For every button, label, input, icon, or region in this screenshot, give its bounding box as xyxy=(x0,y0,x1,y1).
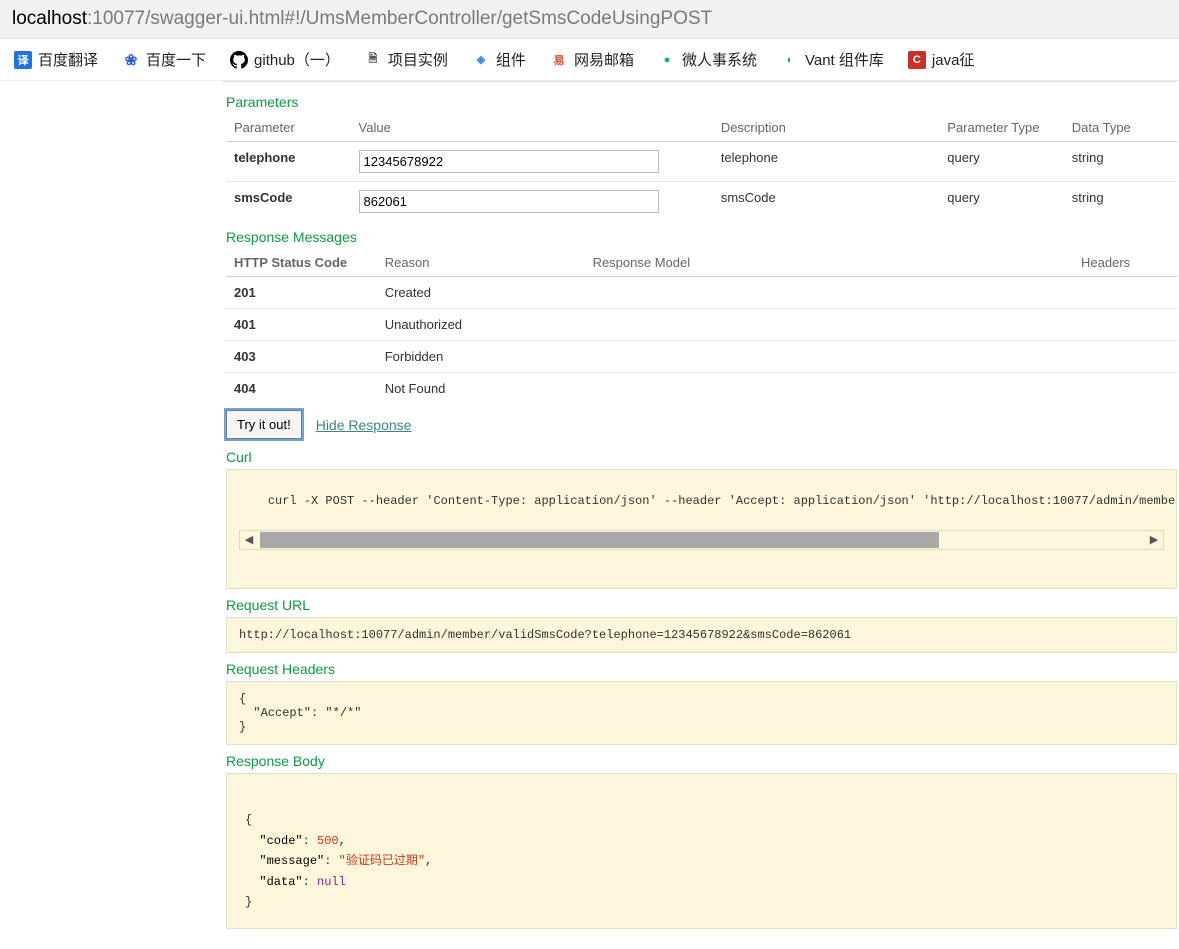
th-reason: Reason xyxy=(377,249,585,277)
curl-command: curl -X POST --header 'Content-Type: app… xyxy=(268,494,1177,508)
param-desc: telephone xyxy=(713,142,939,182)
document-icon: 🗎 xyxy=(364,51,382,69)
th-value: Value xyxy=(351,114,713,142)
try-it-out-button[interactable]: Try it out! xyxy=(226,410,302,439)
scroll-thumb[interactable] xyxy=(260,532,939,548)
curl-scrollbar[interactable]: ◀ ▶ xyxy=(239,530,1164,550)
url-path: :10077/swagger-ui.html#!/UmsMemberContro… xyxy=(87,8,712,29)
bookmark-translate[interactable]: 译 百度翻译 xyxy=(14,49,98,70)
param-name: telephone xyxy=(226,142,351,182)
curl-box: curl -X POST --header 'Content-Type: app… xyxy=(226,469,1177,589)
request-headers-box: { "Accept": "*/*" } xyxy=(226,681,1177,745)
cube-icon: ◈ xyxy=(472,51,490,69)
bookmark-label: 百度翻译 xyxy=(38,49,98,70)
resp-row: 401Unauthorized xyxy=(226,309,1177,341)
th-description: Description xyxy=(713,114,939,142)
response-body-heading: Response Body xyxy=(226,753,1177,769)
resp-reason: Not Found xyxy=(377,373,585,405)
resp-reason: Created xyxy=(377,277,585,309)
th-status: HTTP Status Code xyxy=(226,249,377,277)
th-data-type: Data Type xyxy=(1064,114,1177,142)
resp-code: 401 xyxy=(226,309,377,341)
param-ptype: query xyxy=(939,142,1064,182)
csdn-icon: C xyxy=(908,51,926,69)
bookmarks-bar: 译 百度翻译 ❀ 百度一下 github（一） 🗎 项目实例 ◈ 组件 易 网易… xyxy=(0,39,1179,81)
resp-row: 201Created xyxy=(226,277,1177,309)
bookmark-project[interactable]: 🗎 项目实例 xyxy=(364,49,448,70)
smscode-input[interactable] xyxy=(359,190,659,213)
bookmark-label: Vant 组件库 xyxy=(805,49,884,70)
vant-icon: ◐ xyxy=(781,51,799,69)
response-messages-heading: Response Messages xyxy=(226,229,1177,245)
bookmark-label: 项目实例 xyxy=(388,49,448,70)
param-name: smsCode xyxy=(226,182,351,222)
param-desc: smsCode xyxy=(713,182,939,222)
bookmark-label: 百度一下 xyxy=(146,49,206,70)
translate-icon: 译 xyxy=(14,51,32,69)
th-parameter-type: Parameter Type xyxy=(939,114,1064,142)
resp-code: 403 xyxy=(226,341,377,373)
parameters-heading: Parameters xyxy=(226,94,1177,110)
bookmark-baidu[interactable]: ❀ 百度一下 xyxy=(122,49,206,70)
bookmark-label: 网易邮箱 xyxy=(574,49,634,70)
request-headers-text: { "Accept": "*/*" } xyxy=(239,692,361,734)
resp-code: 404 xyxy=(226,373,377,405)
request-headers-heading: Request Headers xyxy=(226,661,1177,677)
param-ptype: query xyxy=(939,182,1064,222)
resp-reason: Forbidden xyxy=(377,341,585,373)
param-row-smscode: smsCode smsCode query string xyxy=(226,182,1177,222)
th-headers: Headers xyxy=(1073,249,1177,277)
bookmark-components[interactable]: ◈ 组件 xyxy=(472,49,526,70)
hide-response-link[interactable]: Hide Response xyxy=(316,417,412,433)
response-body-box: { "code": 500, "message": "验证码已过期", "dat… xyxy=(226,773,1177,929)
th-parameter: Parameter xyxy=(226,114,351,142)
bookmark-netease[interactable]: 易 网易邮箱 xyxy=(550,49,634,70)
parameters-table: Parameter Value Description Parameter Ty… xyxy=(226,114,1177,221)
bookmark-label: 组件 xyxy=(496,49,526,70)
param-dtype: string xyxy=(1064,142,1177,182)
response-messages-table: HTTP Status Code Reason Response Model H… xyxy=(226,249,1177,404)
th-model: Response Model xyxy=(585,249,1073,277)
baidu-icon: ❀ xyxy=(122,51,140,69)
bookmark-java[interactable]: C java征 xyxy=(908,49,975,70)
resp-reason: Unauthorized xyxy=(377,309,585,341)
bookmark-label: 微人事系统 xyxy=(682,49,757,70)
swagger-pane: Parameters Parameter Value Description P… xyxy=(222,81,1177,949)
curl-heading: Curl xyxy=(226,449,1177,465)
bookmark-vant[interactable]: ◐ Vant 组件库 xyxy=(781,49,884,70)
resp-row: 403Forbidden xyxy=(226,341,1177,373)
param-row-telephone: telephone telephone query string xyxy=(226,142,1177,182)
bookmark-wechat-hr[interactable]: ● 微人事系统 xyxy=(658,49,757,70)
request-url-heading: Request URL xyxy=(226,597,1177,613)
bookmark-label: java征 xyxy=(932,49,975,70)
telephone-input[interactable] xyxy=(359,150,659,173)
bookmark-github[interactable]: github（一） xyxy=(230,49,340,70)
resp-code: 201 xyxy=(226,277,377,309)
scroll-left-icon[interactable]: ◀ xyxy=(240,533,258,547)
wechat-icon: ● xyxy=(658,51,676,69)
bookmark-label: github（一） xyxy=(254,49,340,70)
request-url-text: http://localhost:10077/admin/member/vali… xyxy=(239,628,851,642)
param-dtype: string xyxy=(1064,182,1177,222)
github-icon xyxy=(230,51,248,69)
request-url-box: http://localhost:10077/admin/member/vali… xyxy=(226,617,1177,653)
scroll-right-icon[interactable]: ▶ xyxy=(1145,533,1163,547)
address-bar[interactable]: localhost:10077/swagger-ui.html#!/UmsMem… xyxy=(0,0,1179,39)
resp-row: 404Not Found xyxy=(226,373,1177,405)
url-host: localhost xyxy=(12,8,87,29)
netease-icon: 易 xyxy=(550,51,568,69)
